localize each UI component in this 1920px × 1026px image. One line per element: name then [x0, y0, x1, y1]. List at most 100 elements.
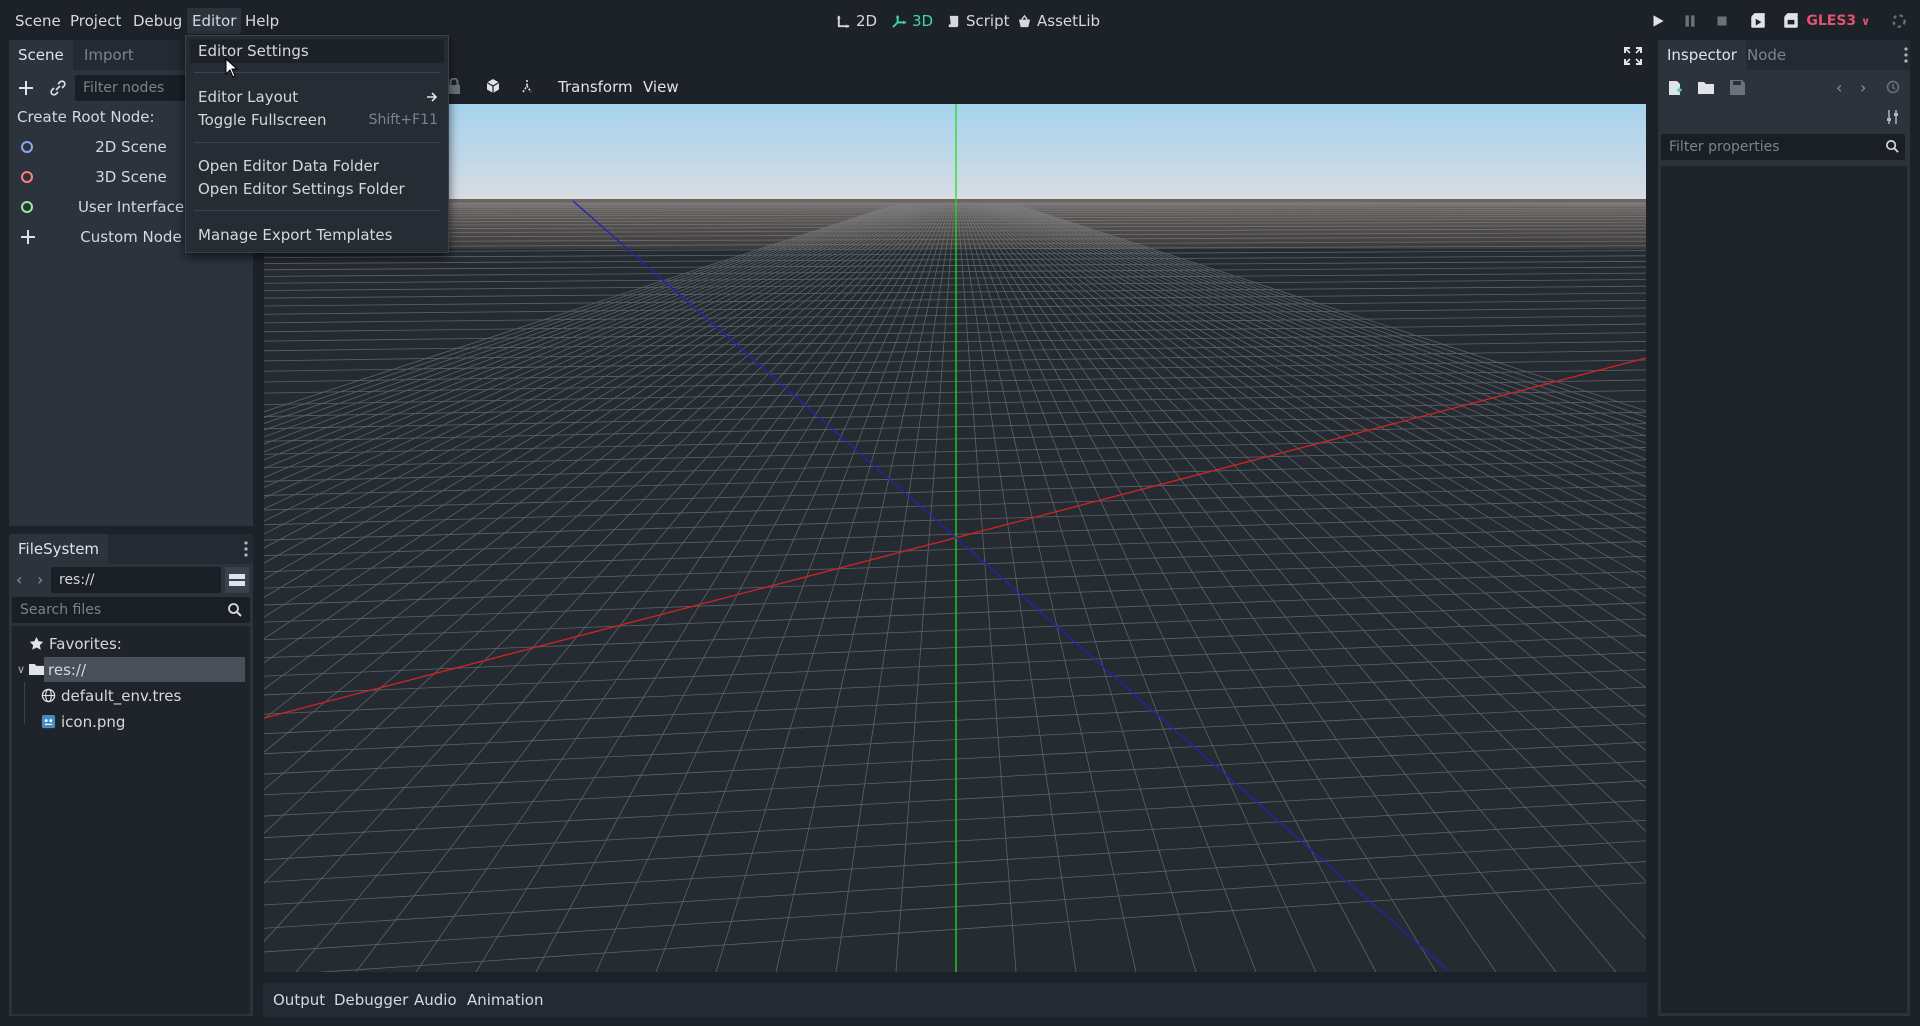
- menu-item-toggle-fullscreen[interactable]: Toggle Fullscreen Shift+F11: [190, 108, 444, 132]
- play-scene-icon[interactable]: [1749, 12, 1767, 30]
- assetlib-icon: [1017, 14, 1032, 29]
- workspace-3d-button[interactable]: 3D: [892, 8, 933, 34]
- pause-icon[interactable]: [1681, 12, 1699, 30]
- nav-back-icon[interactable]: ‹: [16, 570, 22, 589]
- dock-menu-icon[interactable]: [243, 540, 249, 558]
- menu-item-label: Manage Export Templates: [198, 226, 393, 244]
- menu-item-manage-export-templates[interactable]: Manage Export Templates: [190, 223, 444, 247]
- tab-output[interactable]: Output: [273, 989, 325, 1011]
- root-3d-scene-label: 3D Scene: [95, 168, 167, 186]
- file-row[interactable]: icon.png: [41, 710, 125, 734]
- workspace-2d-label: 2D: [856, 12, 878, 30]
- bottom-panel: Output Debugger Audio Animation: [263, 983, 1647, 1017]
- menu-debug[interactable]: Debug: [128, 8, 187, 34]
- workspace-assetlib-button[interactable]: AssetLib: [1017, 8, 1100, 34]
- submenu-arrow-icon: [426, 91, 438, 103]
- instance-link-icon[interactable]: [49, 79, 67, 97]
- play-icon[interactable]: [1649, 12, 1667, 30]
- menu-item-open-editor-settings-folder[interactable]: Open Editor Settings Folder: [190, 177, 444, 201]
- environment-globe-icon: [41, 688, 56, 703]
- 3d-icon: [892, 14, 907, 29]
- favorites-row[interactable]: Favorites:: [29, 632, 122, 656]
- dock-menu-icon[interactable]: [1903, 46, 1909, 64]
- tab-import[interactable]: Import: [75, 40, 143, 70]
- star-icon: [29, 636, 44, 651]
- tab-node[interactable]: Node: [1738, 40, 1795, 70]
- history-forward-icon[interactable]: ›: [1860, 78, 1866, 97]
- menu-item-label: Open Editor Settings Folder: [198, 180, 405, 198]
- lock-icon[interactable]: [447, 78, 461, 94]
- file-label: default_env.tres: [61, 687, 182, 705]
- folder-icon: [29, 663, 44, 676]
- tab-scene[interactable]: Scene: [9, 40, 73, 70]
- favorites-label: Favorites:: [49, 635, 122, 653]
- nav-forward-icon[interactable]: ›: [37, 570, 43, 589]
- split-mode-button[interactable]: [225, 567, 249, 593]
- menu-item-editor-layout[interactable]: Editor Layout: [190, 85, 444, 109]
- play-custom-scene-icon[interactable]: [1782, 12, 1800, 30]
- object-properties-icon[interactable]: [1886, 110, 1900, 124]
- save-icon[interactable]: [1730, 80, 1745, 95]
- search-icon: [227, 602, 243, 618]
- root-2d-scene-label: 2D Scene: [95, 138, 167, 156]
- viewport-scene: [264, 104, 1646, 972]
- menu-editor[interactable]: Editor: [187, 8, 242, 34]
- node2d-icon: [21, 141, 33, 153]
- snap-grid-icon[interactable]: [519, 78, 535, 94]
- new-resource-icon[interactable]: [1667, 80, 1683, 96]
- add-node-icon[interactable]: [16, 78, 36, 98]
- history-back-icon[interactable]: ‹: [1836, 78, 1842, 97]
- search-files-input[interactable]: Search files: [12, 597, 250, 623]
- file-label: icon.png: [61, 713, 126, 731]
- menu-item-label: Toggle Fullscreen: [198, 111, 327, 129]
- tab-animation[interactable]: Animation: [467, 989, 543, 1011]
- tree-guide: [24, 682, 25, 724]
- create-root-label: Create Root Node:: [17, 108, 155, 126]
- menu-help[interactable]: Help: [240, 8, 284, 34]
- path-field[interactable]: res://: [51, 567, 221, 593]
- menu-item-shortcut: Shift+F11: [368, 112, 438, 128]
- update-spinner-icon: [1890, 12, 1908, 30]
- distraction-free-icon[interactable]: [1624, 47, 1642, 65]
- stop-icon[interactable]: [1713, 12, 1731, 30]
- workspace-3d-label: 3D: [912, 12, 934, 30]
- view-menu[interactable]: View: [643, 75, 679, 99]
- menu-separator: [194, 210, 440, 211]
- workspace-assetlib-label: AssetLib: [1037, 12, 1101, 30]
- filter-properties-input[interactable]: Filter properties: [1661, 134, 1905, 160]
- renderer-selector[interactable]: GLES3 ∨: [1806, 8, 1870, 34]
- script-icon: [946, 14, 961, 29]
- tab-filesystem[interactable]: FileSystem: [9, 534, 109, 564]
- history-icon[interactable]: [1886, 80, 1900, 94]
- res-folder-label: res://: [48, 661, 87, 679]
- chevron-down-icon: ∨: [1861, 15, 1870, 28]
- root-user-interface-label: User Interface: [77, 198, 185, 216]
- open-folder-icon[interactable]: [1698, 80, 1715, 95]
- file-row[interactable]: default_env.tres: [41, 684, 181, 708]
- search-icon: [1885, 139, 1900, 154]
- menu-project[interactable]: Project: [65, 8, 126, 34]
- menu-item-label: Open Editor Data Folder: [198, 157, 379, 175]
- renderer-label: GLES3: [1806, 13, 1857, 29]
- menu-item-label: Editor Layout: [198, 88, 299, 106]
- transform-menu[interactable]: Transform: [558, 75, 633, 99]
- viewport-toolbar: Transform View: [263, 70, 1647, 104]
- plus-icon: [21, 230, 35, 244]
- mouse-cursor-icon: [225, 58, 239, 78]
- root-custom-node-label: Custom Node: [80, 228, 182, 246]
- tab-debugger[interactable]: Debugger: [334, 989, 408, 1011]
- menu-item-open-editor-data-folder[interactable]: Open Editor Data Folder: [190, 154, 444, 178]
- menu-separator: [194, 142, 440, 143]
- snap-object-icon[interactable]: [485, 78, 501, 94]
- spatial-icon: [21, 171, 33, 183]
- 2d-icon: [836, 14, 851, 29]
- workspace-script-button[interactable]: Script: [946, 8, 1010, 34]
- menu-scene[interactable]: Scene: [10, 8, 66, 34]
- chevron-down-icon: ∨: [17, 663, 26, 676]
- res-folder-row[interactable]: ∨ res://: [17, 658, 86, 682]
- tab-inspector[interactable]: Inspector: [1658, 40, 1746, 70]
- workspace-2d-button[interactable]: 2D: [836, 8, 877, 34]
- 3d-viewport[interactable]: [264, 104, 1646, 972]
- filter-nodes-input[interactable]: Filter nodes: [75, 75, 185, 101]
- tab-audio[interactable]: Audio: [414, 989, 457, 1011]
